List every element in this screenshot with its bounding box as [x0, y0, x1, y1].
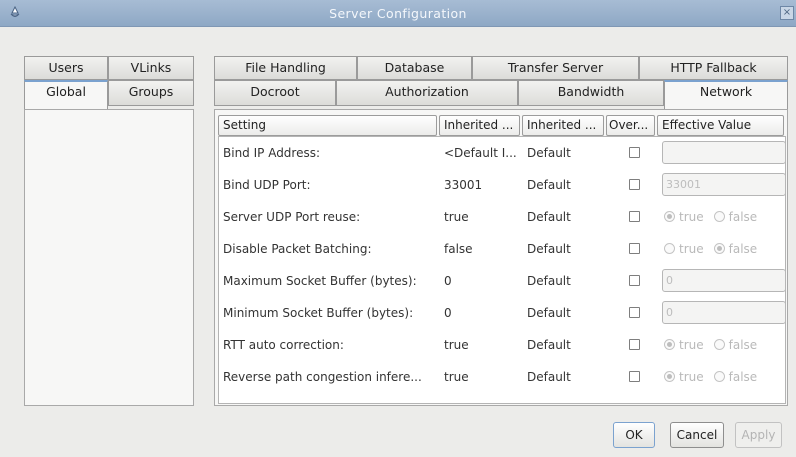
effective-value-radio-group: true false — [664, 361, 757, 393]
tab-users[interactable]: Users — [24, 56, 108, 80]
tab-database[interactable]: Database — [357, 56, 472, 80]
table-row[interactable]: Server UDP Port reuse: true Default true… — [223, 201, 789, 233]
column-header-setting[interactable]: Setting — [218, 115, 437, 136]
table-row[interactable]: Reverse path congestion infere... true D… — [223, 361, 789, 393]
global-panel — [24, 109, 194, 406]
effective-value-field[interactable]: 33001 — [662, 173, 786, 196]
inherited-from: Default — [527, 370, 571, 384]
table-row[interactable]: Bind IP Address: <Default I... Default — [223, 137, 789, 169]
inherited-value: true — [444, 370, 469, 384]
inherited-from: Default — [527, 338, 571, 352]
override-checkbox[interactable] — [629, 339, 640, 350]
inherited-value: true — [444, 210, 469, 224]
radio-true-label: true — [679, 210, 704, 224]
column-header-inherited-from[interactable]: Inherited ... — [522, 115, 604, 136]
radio-false-label: false — [728, 370, 758, 384]
radio-false[interactable] — [713, 339, 725, 350]
inherited-from: Default — [527, 146, 571, 160]
effective-value-radio-group: true false — [664, 233, 757, 265]
effective-value-field[interactable] — [662, 141, 786, 164]
inherited-value: 0 — [444, 274, 452, 288]
setting-name: Disable Packet Batching: — [223, 242, 372, 256]
close-icon[interactable]: × — [780, 6, 794, 20]
tab-groups[interactable]: Groups — [108, 80, 194, 106]
tab-global[interactable]: Global — [24, 80, 108, 110]
setting-name: Minimum Socket Buffer (bytes): — [223, 306, 414, 320]
inherited-value: <Default I... — [444, 146, 517, 160]
radio-true-label: true — [679, 242, 704, 256]
settings-table: Bind IP Address: <Default I... Default B… — [218, 136, 786, 404]
override-checkbox[interactable] — [629, 179, 640, 190]
column-header-effective-value[interactable]: Effective Value — [657, 115, 784, 136]
effective-value-field[interactable]: 0 — [662, 269, 786, 292]
radio-true[interactable] — [664, 243, 675, 254]
cancel-button[interactable]: Cancel — [670, 422, 724, 448]
radio-true-label: true — [679, 370, 704, 384]
table-row[interactable]: Bind UDP Port: 33001 Default 33001 — [223, 169, 789, 201]
table-row[interactable]: Minimum Socket Buffer (bytes): 0 Default… — [223, 297, 789, 329]
tab-authorization[interactable]: Authorization — [336, 80, 518, 106]
tab-bandwidth[interactable]: Bandwidth — [518, 80, 664, 106]
setting-name: Bind IP Address: — [223, 146, 321, 160]
tab-docroot[interactable]: Docroot — [214, 80, 336, 106]
setting-name: Bind UDP Port: — [223, 178, 311, 192]
tab-transfer-server[interactable]: Transfer Server — [472, 56, 639, 80]
tab-http-fallback[interactable]: HTTP Fallback — [639, 56, 788, 80]
table-row[interactable]: Maximum Socket Buffer (bytes): 0 Default… — [223, 265, 789, 297]
window-title: Server Configuration — [329, 6, 467, 21]
setting-name: Reverse path congestion infere... — [223, 370, 422, 384]
tab-vlinks[interactable]: VLinks — [108, 56, 194, 80]
setting-name: Maximum Socket Buffer (bytes): — [223, 274, 417, 288]
title-bar: Server Configuration × — [0, 0, 796, 27]
radio-false[interactable] — [713, 243, 725, 254]
override-checkbox[interactable] — [629, 147, 640, 158]
radio-false-label: false — [728, 338, 758, 352]
column-header-inherited-value[interactable]: Inherited ... — [439, 115, 520, 136]
radio-true[interactable] — [664, 371, 675, 382]
override-checkbox[interactable] — [629, 211, 640, 222]
tab-file-handling[interactable]: File Handling — [214, 56, 357, 80]
radio-true-label: true — [679, 338, 704, 352]
inherited-value: false — [444, 242, 473, 256]
inherited-from: Default — [527, 274, 571, 288]
inherited-from: Default — [527, 178, 571, 192]
table-row[interactable]: RTT auto correction: true Default true fa… — [223, 329, 789, 361]
radio-true[interactable] — [664, 339, 675, 350]
radio-false-label: false — [728, 242, 758, 256]
inherited-value: true — [444, 338, 469, 352]
effective-value-radio-group: true false — [664, 329, 757, 361]
override-checkbox[interactable] — [629, 307, 640, 318]
ok-button[interactable]: OK — [613, 422, 655, 448]
radio-true[interactable] — [664, 211, 675, 222]
effective-value-field[interactable]: 0 — [662, 301, 786, 324]
override-checkbox[interactable] — [629, 275, 640, 286]
radio-false[interactable] — [713, 371, 725, 382]
effective-value-radio-group: true false — [664, 201, 757, 233]
override-checkbox[interactable] — [629, 371, 640, 382]
column-header-override[interactable]: Over... — [606, 115, 655, 136]
tab-network[interactable]: Network — [664, 80, 788, 110]
network-panel: Setting Inherited ... Inherited ... Over… — [214, 109, 788, 406]
radio-false[interactable] — [713, 211, 725, 222]
inherited-from: Default — [527, 306, 571, 320]
apply-button[interactable]: Apply — [735, 422, 782, 448]
setting-name: RTT auto correction: — [223, 338, 344, 352]
inherited-value: 33001 — [444, 178, 483, 192]
inherited-from: Default — [527, 242, 571, 256]
radio-false-label: false — [728, 210, 758, 224]
setting-name: Server UDP Port reuse: — [223, 210, 361, 224]
override-checkbox[interactable] — [629, 243, 640, 254]
table-row[interactable]: Disable Packet Batching: false Default t… — [223, 233, 789, 265]
inherited-from: Default — [527, 210, 571, 224]
inherited-value: 0 — [444, 306, 452, 320]
